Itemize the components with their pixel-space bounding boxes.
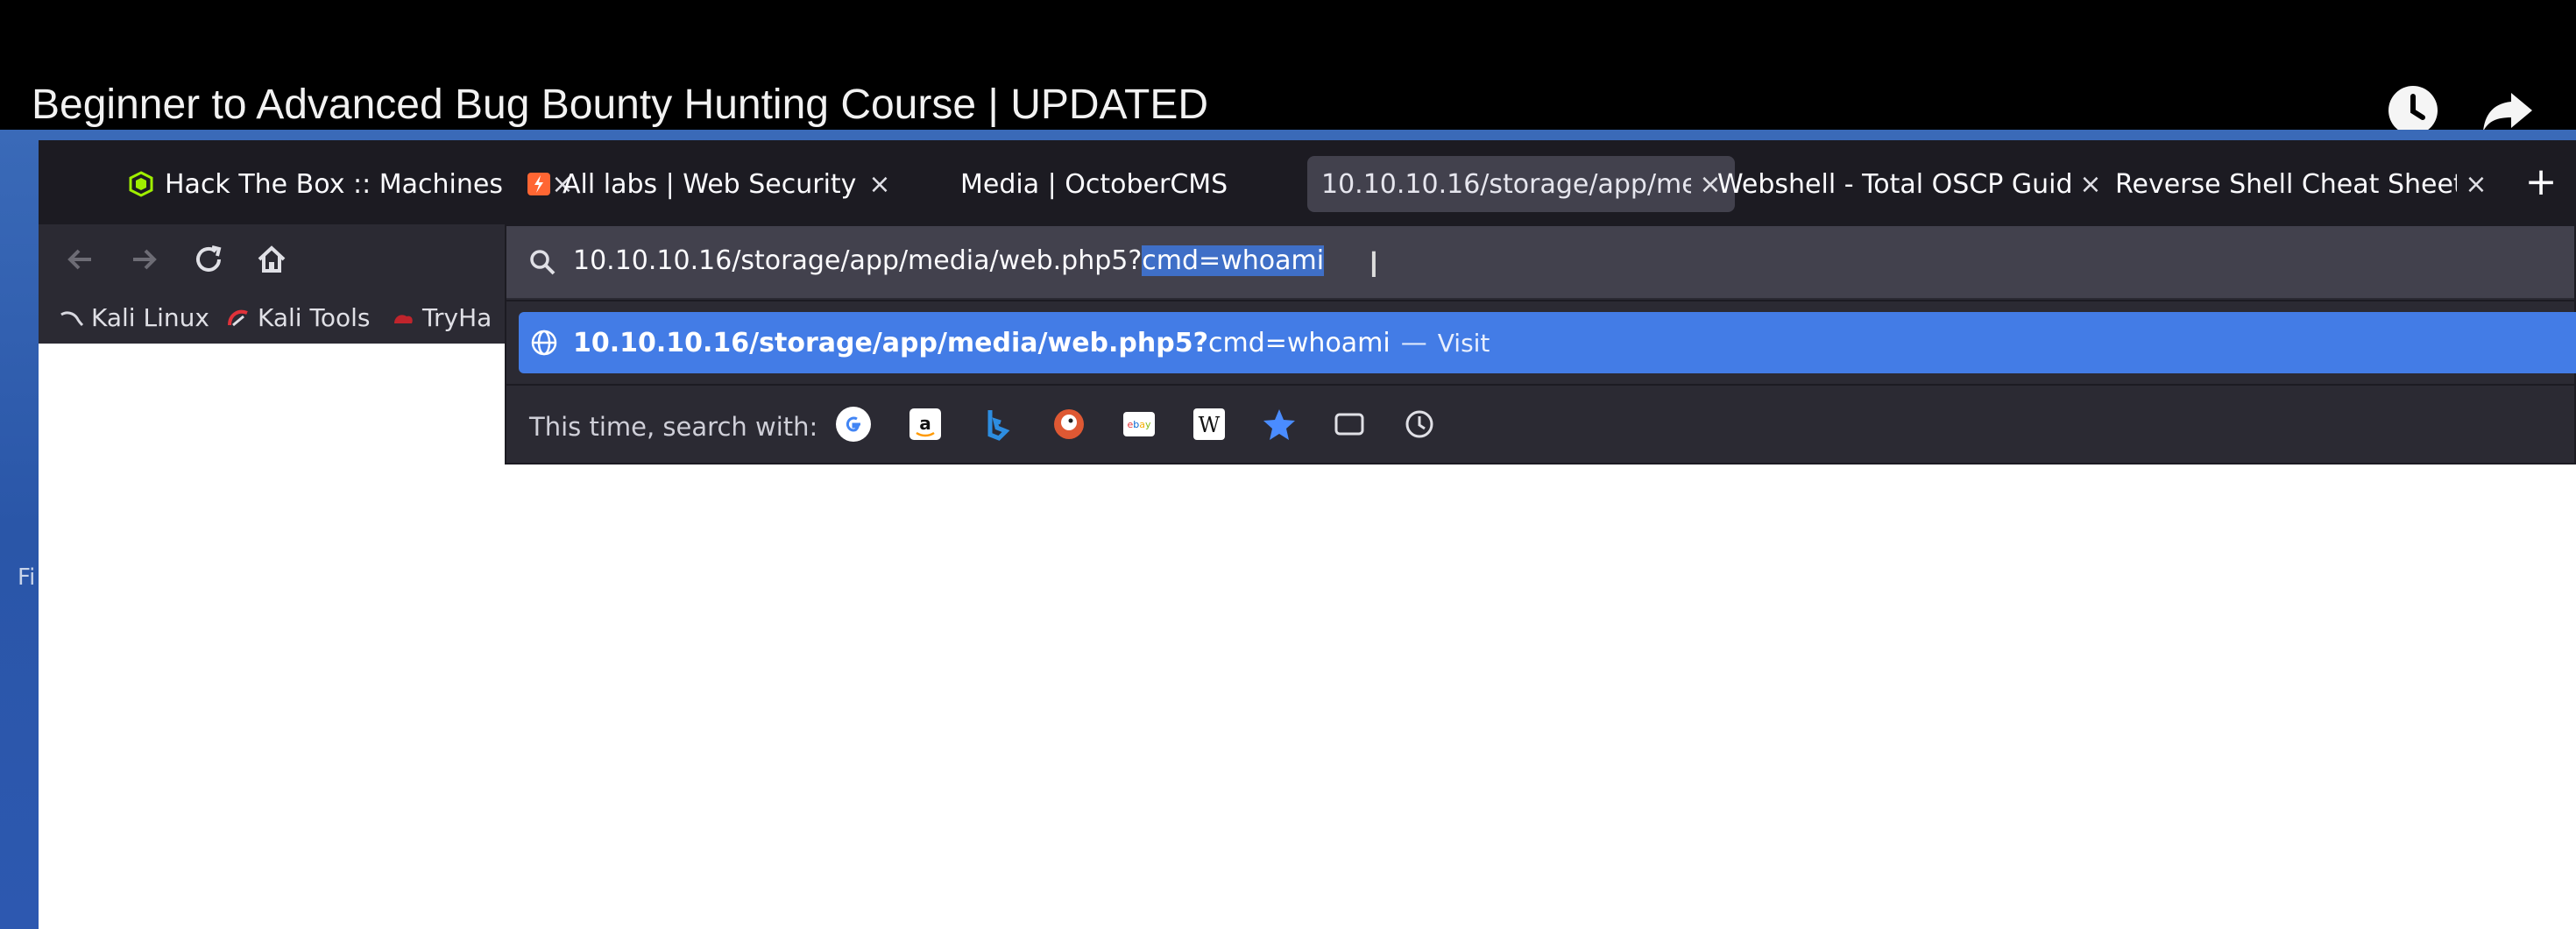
svg-text:a: a: [919, 413, 931, 434]
tab-web-security-academy[interactable]: All labs | Web Security Ac ×: [526, 156, 929, 212]
new-tab-button[interactable]: +: [2516, 160, 2565, 204]
tab-octobercms[interactable]: Media | OctoberCMS ×: [960, 156, 1330, 212]
suggestion-url-bold: 10.10.10.16/storage/app/media/web.php5?: [573, 327, 1208, 358]
tryhackme-icon: [394, 314, 413, 323]
wikipedia-icon[interactable]: W: [1190, 405, 1228, 443]
url-text-selected: cmd=whoami: [1142, 245, 1325, 276]
tab-label: Media | OctoberCMS: [960, 168, 1228, 200]
kali-dragon-icon: [60, 310, 84, 326]
suggestion-url-rest: cmd=whoami: [1208, 327, 1391, 358]
divider: [506, 384, 2574, 386]
bookmark-label: TryHa: [422, 303, 492, 332]
url-text-plain: 10.10.10.16/storage/app/media/web.php5?: [573, 245, 1143, 276]
bookmark-label: Kali Linux: [91, 303, 209, 332]
bookmark-kali-tools[interactable]: Kali Tools: [226, 303, 370, 332]
tab-storage-media[interactable]: 10.10.10.16/storage/app/med ×: [1307, 156, 1735, 212]
search-icon: [530, 250, 556, 275]
svg-text:ebay: ebay: [1127, 419, 1151, 430]
tab-label: All labs | Web Security Ac: [563, 168, 860, 200]
forward-arrow-icon[interactable]: [123, 238, 165, 280]
tab-label: 10.10.10.16/storage/app/med: [1321, 168, 1691, 200]
amazon-icon[interactable]: a: [906, 405, 945, 443]
bookmarks-star-icon[interactable]: [1260, 405, 1299, 443]
close-icon[interactable]: ×: [867, 169, 892, 200]
close-icon[interactable]: ×: [2078, 169, 2103, 200]
text-cursor-icon: I: [1369, 245, 1379, 286]
tab-bar: Hack The Box :: Machines × All labs | We…: [39, 140, 2576, 224]
suggestion-separator: —: [1400, 327, 1427, 358]
suggestion-action: Visit: [1437, 328, 1490, 358]
divider: [506, 300, 2574, 301]
address-input[interactable]: 10.10.10.16/storage/app/media/web.php5?c…: [573, 245, 1325, 276]
tab-label: Webshell - Total OSCP Guide: [1717, 168, 2071, 200]
bing-icon[interactable]: [978, 405, 1016, 443]
tab-webshell-oscp[interactable]: Webshell - Total OSCP Guide ×: [1717, 156, 2103, 212]
tab-label: Hack The Box :: Machines: [165, 168, 503, 200]
ebay-icon[interactable]: ebay: [1120, 405, 1158, 443]
tab-label: Reverse Shell Cheat Sheet | p: [2115, 168, 2457, 200]
globe-icon: [531, 330, 557, 356]
back-arrow-icon[interactable]: [60, 238, 102, 280]
address-bar[interactable]: 10.10.10.16/storage/app/media/web.php5?c…: [506, 226, 2574, 298]
desktop-icon-label[interactable]: Fi: [18, 564, 35, 591]
tab-hackthebox[interactable]: Hack The Box :: Machines ×: [128, 156, 575, 212]
search-with-label: This time, search with:: [529, 412, 818, 442]
history-clock-icon[interactable]: [1400, 405, 1439, 443]
hackthebox-icon: [129, 171, 153, 197]
home-icon[interactable]: [251, 238, 293, 280]
google-icon[interactable]: [834, 405, 873, 443]
video-title: Beginner to Advanced Bug Bounty Hunting …: [32, 82, 1208, 128]
portswigger-icon: [527, 173, 550, 195]
reload-icon[interactable]: [188, 238, 230, 280]
close-icon[interactable]: ×: [2464, 169, 2488, 200]
kali-tools-icon: [228, 309, 248, 326]
duckduckgo-icon[interactable]: [1050, 405, 1088, 443]
suggestion-visit-row[interactable]: 10.10.10.16/storage/app/media/web.php5? c…: [519, 312, 2576, 373]
svg-text:W: W: [1199, 413, 1221, 437]
tabs-icon[interactable]: [1330, 405, 1369, 443]
bookmark-kali-linux[interactable]: Kali Linux: [60, 303, 209, 332]
bookmark-tryhackme[interactable]: TryHa: [391, 303, 492, 332]
bookmark-label: Kali Tools: [258, 303, 371, 332]
urlbar-dropdown: 10.10.10.16/storage/app/media/web.php5?c…: [505, 224, 2576, 464]
tab-reverse-shell[interactable]: Reverse Shell Cheat Sheet | p ×: [2115, 156, 2488, 212]
